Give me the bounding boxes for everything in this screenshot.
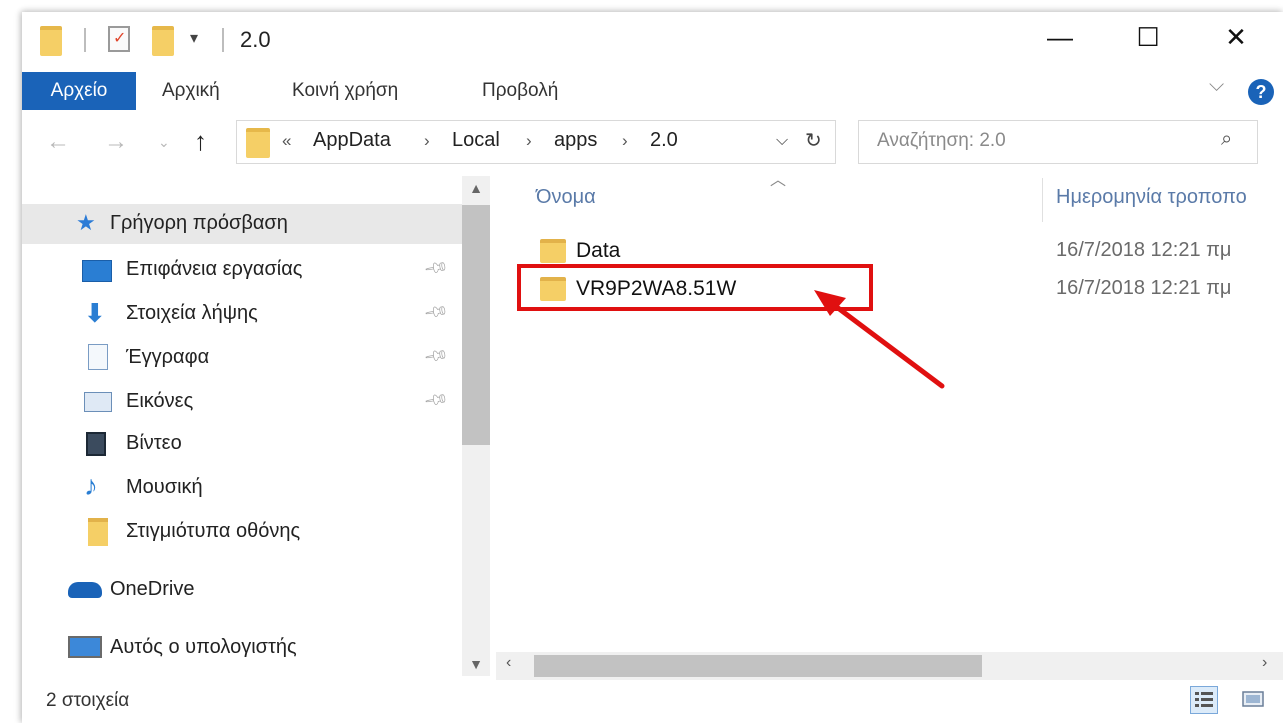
sidebar-item-label: Έγγραφα — [126, 346, 210, 368]
search-input[interactable] — [875, 129, 1199, 153]
navigation-scroll-thumb[interactable] — [462, 205, 490, 445]
music-icon: ♪ — [84, 470, 98, 501]
sidebar-item-pictures[interactable]: Εικόνες 📌︎ — [22, 382, 462, 422]
breadcrumb-apps[interactable]: apps — [554, 129, 597, 152]
tab-view[interactable]: Προβολή — [482, 72, 558, 110]
sidebar-item-label: Στιγμιότυπα οθόνης — [126, 520, 301, 542]
large-icons-view-icon — [1242, 691, 1264, 707]
scroll-down-arrow-icon[interactable]: ▼ — [462, 656, 490, 672]
back-arrow-icon[interactable]: ← — [46, 128, 70, 156]
quick-access-dropdown-icon[interactable]: ▾ — [190, 28, 198, 48]
sidebar-item-documents[interactable]: Έγγραφα 📌︎ — [22, 338, 462, 378]
breadcrumb-separator[interactable]: › — [622, 131, 628, 151]
breadcrumb-appdata[interactable]: AppData — [313, 129, 391, 152]
new-folder-icon[interactable] — [152, 26, 174, 56]
pin-icon[interactable]: 📌︎ — [422, 298, 450, 326]
close-button[interactable]: ✕ — [1216, 22, 1256, 53]
refresh-icon[interactable]: ↻ — [805, 128, 822, 153]
sidebar-item-label: OneDrive — [110, 578, 195, 600]
sidebar-item-label: Αυτός ο υπολογιστής — [110, 636, 297, 658]
documents-icon — [88, 344, 108, 370]
folder-icon — [88, 518, 108, 546]
address-dropdown-icon[interactable]: ⌵ — [776, 132, 788, 150]
search-box[interactable]: ⌕ — [858, 120, 1258, 164]
up-arrow-icon[interactable]: ↑ — [194, 126, 207, 157]
pin-icon[interactable]: 📌︎ — [422, 254, 450, 282]
file-date: 16/7/2018 12:21 πμ — [1056, 277, 1232, 299]
title-bar — [22, 12, 1283, 70]
recent-locations-icon[interactable]: ⌄ — [158, 134, 170, 151]
minimize-button[interactable]: — — [1040, 22, 1080, 53]
breadcrumb-separator[interactable]: › — [424, 131, 430, 151]
column-header-date[interactable]: Ημερομηνία τροποπο — [1056, 186, 1247, 209]
breadcrumb-separator[interactable]: › — [526, 131, 532, 151]
computer-icon — [68, 636, 102, 658]
red-arrow-annotation — [814, 290, 945, 389]
pictures-icon — [84, 392, 112, 412]
column-header-name[interactable]: Όνομα — [536, 186, 596, 209]
cloud-icon — [68, 582, 102, 598]
file-name: Data — [576, 239, 621, 262]
file-date: 16/7/2018 12:21 πμ — [1056, 239, 1232, 261]
status-bar — [22, 684, 1283, 723]
sidebar-item-onedrive[interactable]: OneDrive — [22, 570, 462, 610]
large-icons-view-button[interactable] — [1240, 686, 1268, 714]
folder-icon — [540, 239, 566, 263]
toolbar-separator — [222, 28, 224, 52]
sidebar-item-videos[interactable]: Βίντεο — [22, 424, 462, 464]
desktop-icon — [82, 260, 112, 282]
search-icon[interactable]: ⌕ — [1221, 128, 1232, 151]
details-view-icon — [1195, 692, 1213, 707]
star-icon: ★ — [76, 210, 96, 235]
breadcrumb-overflow[interactable]: « — [282, 131, 291, 151]
pin-icon[interactable]: 📌︎ — [422, 386, 450, 414]
sidebar-item-label: Εικόνες — [126, 390, 194, 412]
toolbar-separator — [84, 28, 86, 52]
scroll-left-arrow-icon[interactable]: ‹ — [506, 654, 511, 672]
scroll-up-arrow-icon[interactable]: ▲ — [462, 180, 490, 196]
sidebar-item-label: Γρήγορη πρόσβαση — [110, 212, 288, 234]
breadcrumb-local[interactable]: Local — [452, 129, 500, 152]
sidebar-item-music[interactable]: ♪ Μουσική — [22, 468, 462, 508]
horizontal-scroll-thumb[interactable] — [534, 655, 982, 677]
maximize-button[interactable]: ☐ — [1128, 22, 1168, 53]
folder-icon — [246, 128, 270, 158]
sidebar-item-downloads[interactable]: ⬇ Στοιχεία λήψης 📌︎ — [22, 294, 462, 334]
breadcrumb-2-0[interactable]: 2.0 — [650, 129, 678, 152]
video-icon — [86, 432, 106, 456]
sort-arrow-icon: ︿ — [770, 172, 787, 189]
item-count: 2 στοιχεία — [46, 690, 130, 711]
sidebar-item-this-pc[interactable]: Αυτός ο υπολογιστής — [22, 628, 462, 668]
window-title: 2.0 — [240, 27, 271, 52]
expand-ribbon-icon[interactable]: ⌵ — [1209, 74, 1224, 97]
sidebar-item-desktop[interactable]: Επιφάνεια εργασίας 📌︎ — [22, 250, 462, 290]
details-view-button[interactable] — [1190, 686, 1218, 714]
sidebar-item-label: Στοιχεία λήψης — [126, 302, 258, 324]
help-icon[interactable]: ? — [1248, 79, 1274, 105]
tab-file[interactable]: Αρχείο — [22, 72, 136, 110]
sidebar-item-label: Βίντεο — [126, 432, 182, 454]
properties-icon[interactable] — [108, 26, 130, 52]
sidebar-item-screenshots[interactable]: Στιγμιότυπα οθόνης — [22, 512, 462, 552]
sidebar-item-label: Μουσική — [126, 476, 203, 498]
column-divider[interactable] — [1042, 178, 1043, 222]
tab-share[interactable]: Κοινή χρήση — [292, 72, 398, 110]
scroll-right-arrow-icon[interactable]: › — [1262, 654, 1267, 672]
forward-arrow-icon[interactable]: → — [104, 128, 128, 156]
folder-icon — [40, 26, 62, 56]
pin-icon[interactable]: 📌︎ — [422, 342, 450, 370]
sidebar-item-quick-access[interactable]: ★ Γρήγορη πρόσβαση — [22, 204, 462, 244]
download-icon: ⬇ — [84, 298, 106, 328]
sidebar-item-label: Επιφάνεια εργασίας — [126, 258, 303, 280]
tab-home[interactable]: Αρχική — [162, 72, 220, 110]
